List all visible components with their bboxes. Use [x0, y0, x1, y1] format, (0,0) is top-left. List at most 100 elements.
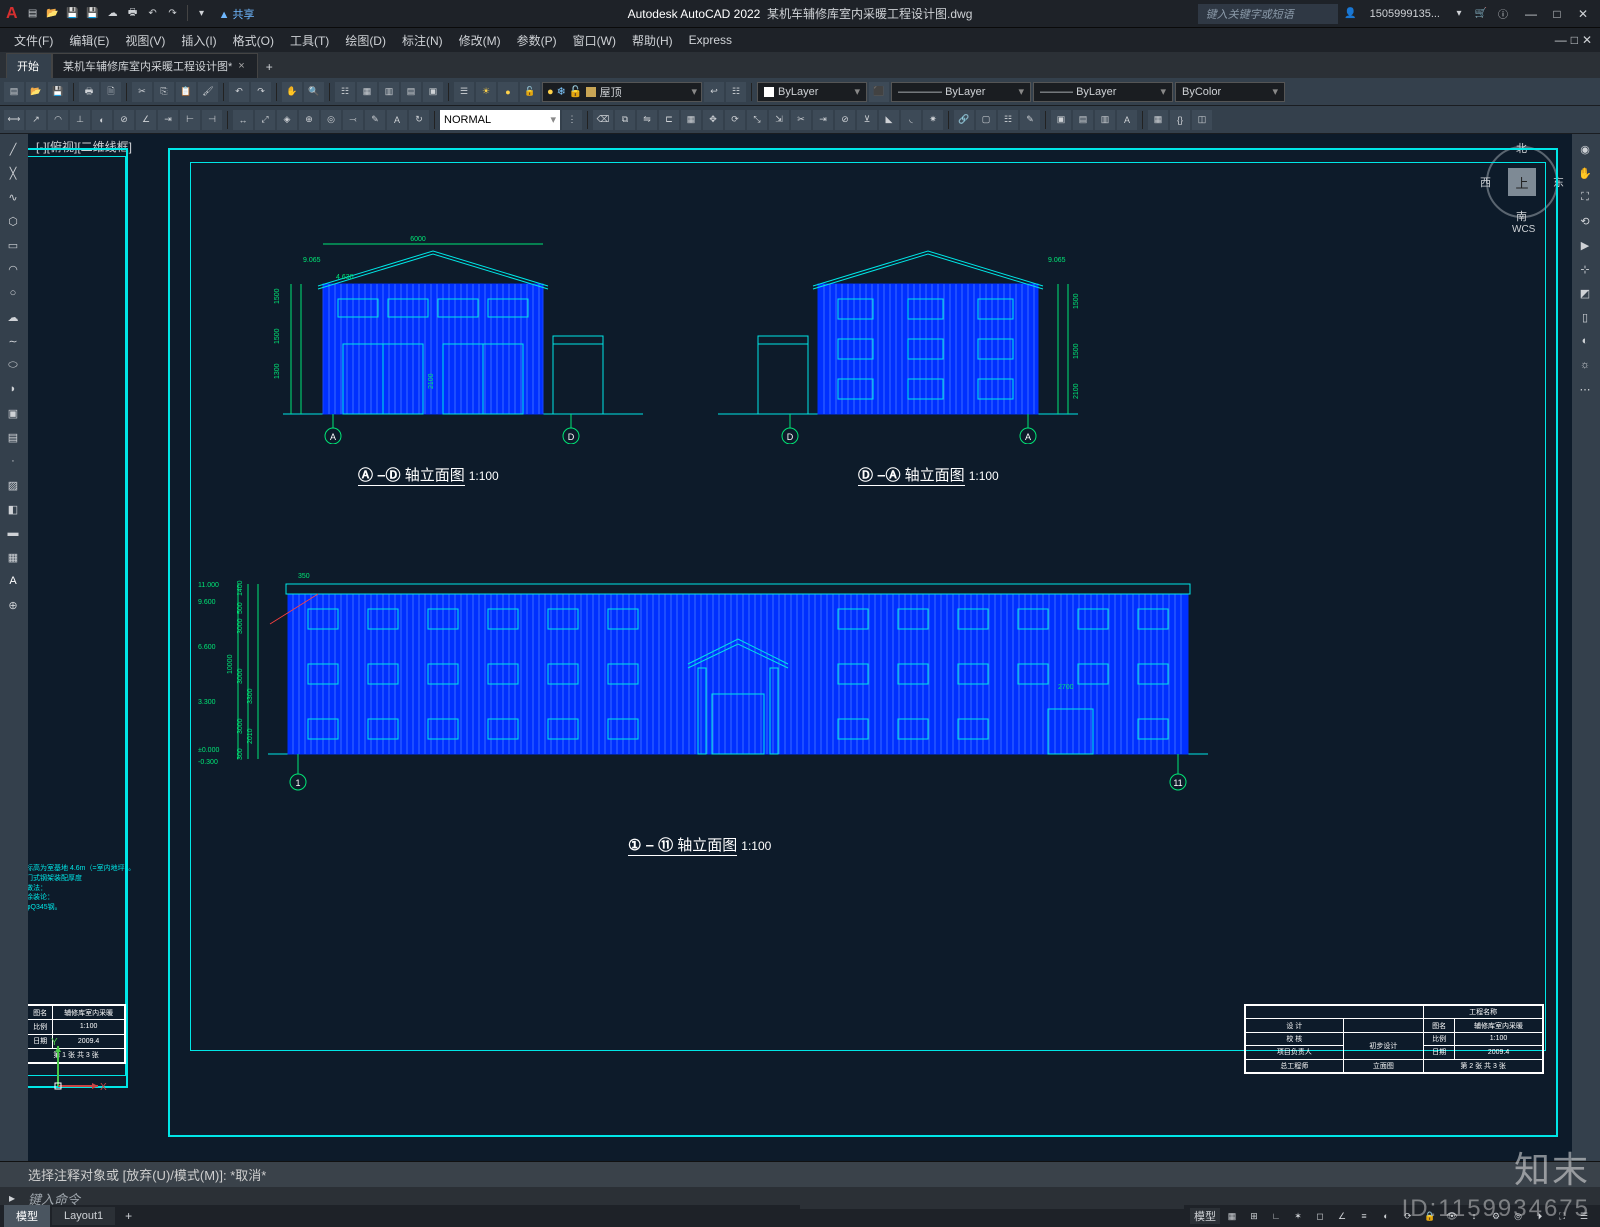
tab-layout-add[interactable]: +	[117, 1206, 140, 1226]
minimize-button[interactable]: —	[1520, 7, 1542, 21]
status-polar-icon[interactable]: ✶	[1288, 1207, 1308, 1225]
dim-aligned-icon[interactable]: ↗	[26, 110, 46, 130]
qat-redo-icon[interactable]: ↷	[164, 5, 182, 23]
table-icon[interactable]: ▦	[1148, 110, 1168, 130]
tool-cut-icon[interactable]: ✂	[132, 82, 152, 102]
tool-calc-icon[interactable]: ▣	[423, 82, 443, 102]
dim-radius-icon[interactable]: ◐	[92, 110, 112, 130]
qat-new-icon[interactable]: ▤	[24, 5, 42, 23]
tab-document[interactable]: 某机车辅修库室内采暖工程设计图* ×	[52, 53, 258, 78]
dim-break-icon[interactable]: ⤢	[255, 110, 275, 130]
tool-zoom-icon[interactable]: 🔍	[304, 82, 324, 102]
status-snap-icon[interactable]: ⊞	[1244, 1207, 1264, 1225]
nav-ucs-icon[interactable]: ⊹	[1574, 258, 1596, 280]
dim-tolerance-icon[interactable]: ◈	[277, 110, 297, 130]
lineweight-dropdown[interactable]: ——— ByLayer▾	[1033, 82, 1173, 102]
dim-arc-icon[interactable]: ◠	[48, 110, 68, 130]
block-insert-icon[interactable]: ▣	[1051, 110, 1071, 130]
tool-paste-icon[interactable]: 📋	[176, 82, 196, 102]
mod-copy-icon[interactable]: ⧉	[615, 110, 635, 130]
menu-window[interactable]: 窗口(W)	[567, 30, 622, 51]
draw-insert-icon[interactable]: ▣	[2, 402, 24, 424]
status-otrack-icon[interactable]: ∠	[1332, 1207, 1352, 1225]
doc-minimize-button[interactable]: —	[1555, 33, 1567, 47]
tool-undo-icon[interactable]: ↶	[229, 82, 249, 102]
status-transparency-icon[interactable]: ◐	[1376, 1207, 1396, 1225]
dim-ordinate-icon[interactable]: ⊥	[70, 110, 90, 130]
layer-manager-icon[interactable]: ☰	[454, 82, 474, 102]
maximize-button[interactable]: □	[1546, 7, 1568, 21]
qat-dropdown-icon[interactable]: ▾	[193, 5, 211, 23]
dim-update-icon[interactable]: ↻	[409, 110, 429, 130]
doc-close-button[interactable]: ✕	[1582, 33, 1592, 47]
draw-addsel-icon[interactable]: ⊕	[2, 594, 24, 616]
appstore-icon[interactable]: ▾	[1450, 5, 1468, 23]
nav-zoomext-icon[interactable]: ⛶	[1574, 186, 1596, 208]
mod-scale-icon[interactable]: ⤡	[747, 110, 767, 130]
tool-copy-icon[interactable]: ⎘	[154, 82, 174, 102]
ucs-icon[interactable]: XY	[48, 1036, 108, 1099]
draw-hatch-icon[interactable]: ▨	[2, 474, 24, 496]
mod-array-icon[interactable]: ▦	[681, 110, 701, 130]
menu-express[interactable]: Express	[683, 31, 738, 49]
mod-break-icon[interactable]: ⊘	[835, 110, 855, 130]
tool-open-icon[interactable]: 📂	[26, 82, 46, 102]
menu-file[interactable]: 文件(F)	[8, 30, 59, 51]
block-edit-icon[interactable]: ▥	[1095, 110, 1115, 130]
draw-circle-icon[interactable]: ○	[2, 282, 24, 304]
draw-ellipse-icon[interactable]: ⬭	[2, 354, 24, 376]
dim-quick-icon[interactable]: ⇥	[158, 110, 178, 130]
menu-edit[interactable]: 编辑(E)	[63, 30, 115, 51]
dim-edit-icon[interactable]: ✎	[365, 110, 385, 130]
dim-center-icon[interactable]: ⊕	[299, 110, 319, 130]
mod-extend-icon[interactable]: ⇥	[813, 110, 833, 130]
dimstyle-icon[interactable]: ⋮	[562, 110, 582, 130]
mod-fillet-icon[interactable]: ◟	[901, 110, 921, 130]
qat-saveas-icon[interactable]: 💾	[84, 5, 102, 23]
qat-open-icon[interactable]: 📂	[44, 5, 62, 23]
draw-line-icon[interactable]: ╱	[2, 138, 24, 160]
draw-arc-icon[interactable]: ◠	[2, 258, 24, 280]
draw-point-icon[interactable]: ·	[2, 450, 24, 472]
textstyle-dropdown[interactable]: NORMAL▾	[440, 110, 560, 130]
menu-format[interactable]: 格式(O)	[227, 30, 280, 51]
dim-jog-icon[interactable]: ⤙	[343, 110, 363, 130]
mod-stretch-icon[interactable]: ⇲	[769, 110, 789, 130]
nav-showmotion-icon[interactable]: ▶	[1574, 234, 1596, 256]
tab-start[interactable]: 开始	[6, 53, 52, 78]
command-handle-icon[interactable]: ▸	[0, 1191, 24, 1205]
tab-layout1[interactable]: Layout1	[52, 1207, 115, 1225]
nav-render-icon[interactable]: ☼	[1574, 354, 1596, 376]
layer-lock-icon[interactable]: 🔓	[520, 82, 540, 102]
mod-rotate-icon[interactable]: ⟳	[725, 110, 745, 130]
ref-attach-icon[interactable]: 🔗	[954, 110, 974, 130]
layer-states-icon[interactable]: ☷	[726, 82, 746, 102]
doc-restore-button[interactable]: □	[1571, 33, 1578, 47]
ref-clip-icon[interactable]: ▢	[976, 110, 996, 130]
mod-offset-icon[interactable]: ⊏	[659, 110, 679, 130]
mod-erase-icon[interactable]: ⌫	[593, 110, 613, 130]
signin-icon[interactable]: 👤	[1342, 5, 1360, 23]
ref-manage-icon[interactable]: ☷	[998, 110, 1018, 130]
status-grid-icon[interactable]: ▦	[1222, 1207, 1242, 1225]
layer-freeze-icon[interactable]: ☀	[476, 82, 496, 102]
drawing-area[interactable]: [-][俯视][二维线框] 上 北 南 东 西 WCS 标高为室基地 4.6m（…	[28, 134, 1572, 1161]
nav-section-icon[interactable]: ▯	[1574, 306, 1596, 328]
qat-plot-icon[interactable]: 🖶	[124, 5, 142, 23]
draw-block-icon[interactable]: ▤	[2, 426, 24, 448]
cart-icon[interactable]: 🛒	[1472, 5, 1490, 23]
tool-properties-icon[interactable]: ☷	[335, 82, 355, 102]
qat-undo-icon[interactable]: ↶	[144, 5, 162, 23]
draw-region-icon[interactable]: ▬	[2, 522, 24, 544]
tab-model[interactable]: 模型	[4, 1205, 50, 1227]
tool-save-icon[interactable]: 💾	[48, 82, 68, 102]
draw-mtext-icon[interactable]: A	[2, 570, 24, 592]
menu-tools[interactable]: 工具(T)	[284, 30, 335, 51]
infocenter-icon[interactable]: ⓘ	[1494, 5, 1512, 23]
layer-on-icon[interactable]: ●	[498, 82, 518, 102]
linetype-dropdown[interactable]: ———— ByLayer▾	[891, 82, 1031, 102]
command-line[interactable]: 选择注释对象或 [放弃(U)/模式(M)]: *取消* ▸ 键入命令	[0, 1161, 1600, 1205]
mod-join-icon[interactable]: ⊻	[857, 110, 877, 130]
tool-sheetset-icon[interactable]: ▦	[357, 82, 377, 102]
user-label[interactable]: 1505999135...	[1370, 8, 1440, 20]
